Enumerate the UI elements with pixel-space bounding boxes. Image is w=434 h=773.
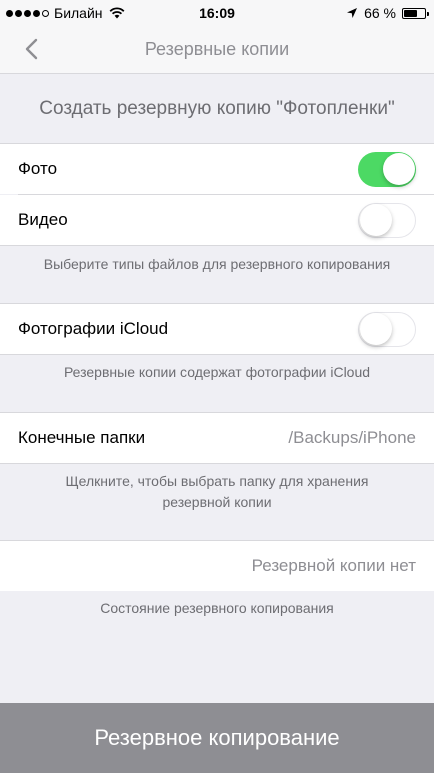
icloud-toggle[interactable] xyxy=(358,311,416,347)
destination-label: Конечные папки xyxy=(18,428,146,447)
photo-toggle[interactable] xyxy=(358,151,416,187)
photo-row: Фото xyxy=(0,144,434,194)
icloud-footer: Резервные копии содержат фотографии iClo… xyxy=(63,364,371,380)
photo-label: Фото xyxy=(18,159,58,178)
navigation-bar: Резервные копии xyxy=(0,26,434,74)
backup-status-row: Резервной копии нет xyxy=(0,541,434,591)
icloud-label: Фотографии iCloud xyxy=(18,319,169,338)
location-arrow-icon xyxy=(347,8,358,18)
battery-icon xyxy=(402,7,429,19)
section-header: Создать резервную копию "Фотопленки" xyxy=(39,98,395,119)
video-toggle[interactable] xyxy=(358,202,416,238)
video-label: Видео xyxy=(18,210,68,229)
backup-status-footer: Состояние резервного копирования xyxy=(100,600,334,616)
destination-row[interactable]: Конечные папки /Backups/iPhone xyxy=(0,413,434,463)
destination-footer: Щелкните, чтобы выбрать папку для хранен… xyxy=(65,473,369,510)
video-row: Видео xyxy=(0,195,434,245)
icloud-row: Фотографии iCloud xyxy=(0,304,434,354)
status-bar: Билайн 16:09 66 % xyxy=(0,0,434,26)
page-title: Резервные копии xyxy=(144,39,290,59)
backup-status-value: Резервной копии нет xyxy=(251,556,416,575)
backup-button[interactable]: Резервное копирование xyxy=(0,703,434,773)
battery-percent: 66 % xyxy=(364,5,396,21)
destination-value: /Backups/iPhone xyxy=(288,428,416,447)
file-types-footer: Выберите типы файлов для резервного копи… xyxy=(43,256,391,272)
